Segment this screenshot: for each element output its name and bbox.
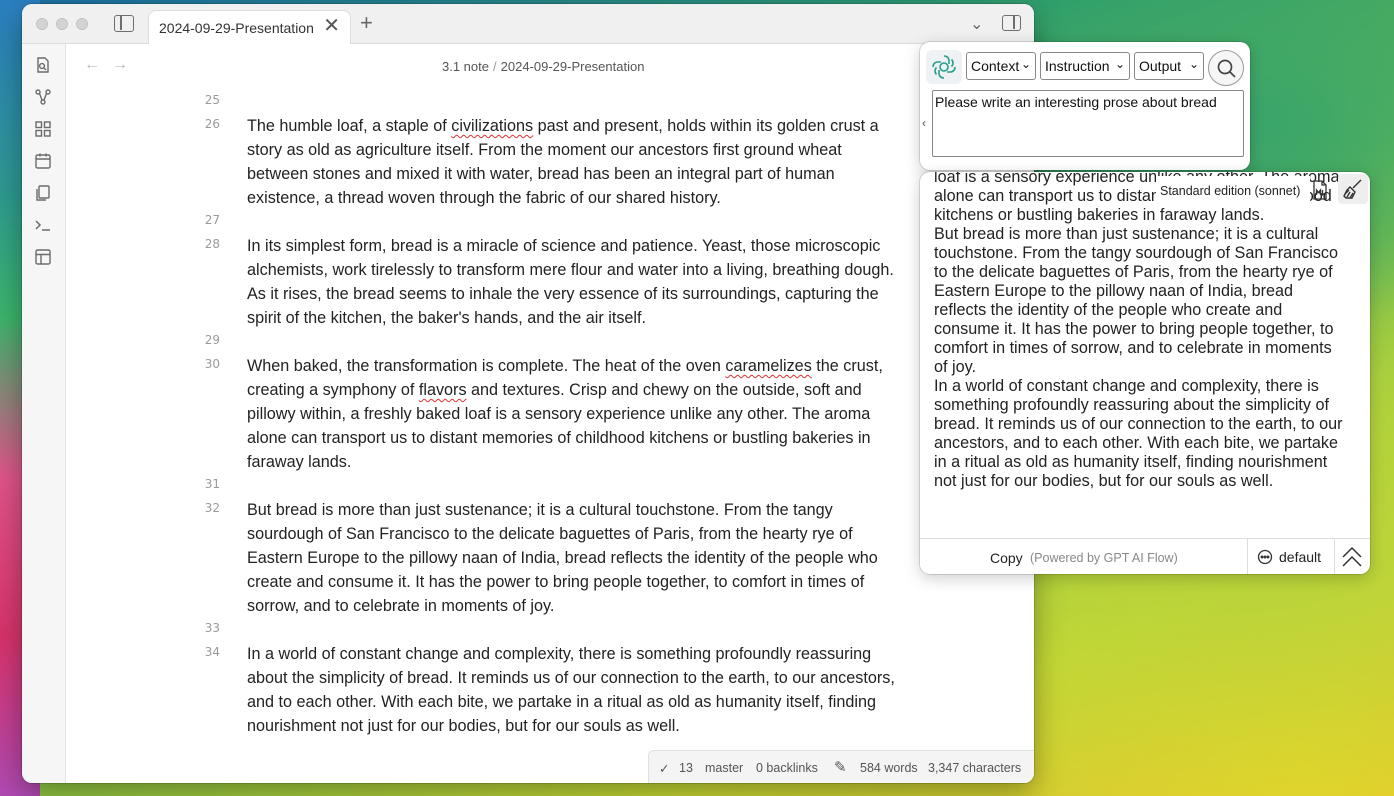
paragraph[interactable]: In a world of constant change and comple…	[247, 642, 897, 738]
git-branch[interactable]: master	[705, 761, 743, 775]
gpt-ai-flow-input-panel: Context ⌄ Instruction ⌄ Output ⌄ ‹ Pleas…	[920, 42, 1250, 170]
canvas-icon[interactable]	[34, 120, 52, 138]
line-number: 26	[204, 117, 220, 131]
zoom-window-button[interactable]	[76, 18, 88, 30]
navigate-back-icon[interactable]: ←	[84, 56, 100, 74]
tab-close-icon[interactable]: ✕	[323, 16, 340, 36]
line-number: 30	[204, 357, 220, 371]
status-bar: ✓ 13 master 0 backlinks ✎ 584 words 3,34…	[648, 750, 1034, 783]
output-dropdown-label: Output	[1139, 58, 1182, 74]
markdown-file-icon[interactable]	[1312, 180, 1328, 200]
new-tab-icon[interactable]: +	[360, 10, 373, 36]
chevron-down-icon: ⌄	[1188, 57, 1199, 71]
paragraph[interactable]: In its simplest form, bread is a miracle…	[247, 234, 897, 330]
search-icon	[1217, 59, 1236, 78]
prompt-input[interactable]: Please write an interesting prose about …	[932, 90, 1244, 157]
tab-list-chevron-icon[interactable]: ⌄	[970, 14, 983, 34]
chevron-down-icon: ⌄	[1020, 57, 1031, 71]
instruction-dropdown-label: Instruction	[1045, 58, 1110, 74]
chevron-double-up-icon[interactable]	[1340, 545, 1364, 569]
obsidian-window: 2024-09-29-Presentation ✕ + ⌄ ← → 3.1 no…	[22, 4, 1034, 783]
navigate-forward-icon[interactable]: →	[112, 56, 128, 74]
tab-2024-09-29-presentation[interactable]: 2024-09-29-Presentation ✕	[148, 10, 351, 44]
breadcrumb-separator: /	[493, 59, 497, 74]
character-count: 3,347 characters	[928, 761, 1022, 775]
close-window-button[interactable]	[36, 18, 48, 30]
gpt-ai-flow-output-panel: loaf is a sensory experience unlike any …	[920, 172, 1370, 574]
output-footer: Copy (Powered by GPT AI Flow) default	[920, 538, 1370, 574]
right-sidebar-toggle-icon[interactable]	[1002, 15, 1021, 31]
edit-mode-icon[interactable]: ✎	[834, 758, 847, 776]
clear-output-button[interactable]	[1338, 174, 1368, 204]
model-badge[interactable]: Standard edition (sonnet)	[1156, 176, 1310, 204]
divider	[1247, 539, 1248, 574]
layout-icon[interactable]	[34, 248, 52, 266]
paragraph[interactable]: The humble loaf, a staple of civilizatio…	[247, 114, 897, 210]
context-dropdown[interactable]: Context ⌄	[966, 52, 1036, 80]
run-search-button[interactable]	[1208, 50, 1244, 86]
breadcrumb-file[interactable]: 2024-09-29-Presentation	[501, 59, 645, 74]
broom-icon	[1343, 179, 1362, 199]
chat-bubble-icon[interactable]	[1257, 549, 1273, 565]
openai-logo-icon[interactable]	[926, 50, 962, 84]
daily-note-calendar-icon[interactable]	[34, 152, 52, 170]
line-number: 33	[204, 621, 220, 635]
left-ribbon	[22, 44, 66, 783]
ai-output-text[interactable]: loaf is a sensory experience unlike any …	[934, 172, 1344, 491]
output-paragraph: In a world of constant change and comple…	[934, 377, 1343, 490]
graph-view-icon[interactable]	[34, 88, 52, 106]
line-number: 28	[204, 237, 220, 251]
templates-icon[interactable]	[34, 184, 52, 202]
note-view: ← → 3.1 note/2024-09-29-Presentation 25 …	[66, 44, 1034, 783]
breadcrumb: 3.1 note / 2024-09-29-Presentation	[442, 59, 644, 74]
collapse-panel-icon[interactable]: ‹	[922, 116, 926, 130]
divider	[1334, 539, 1335, 574]
copy-button[interactable]: Copy	[990, 550, 1023, 566]
context-dropdown-label: Context	[971, 58, 1020, 74]
output-dropdown[interactable]: Output ⌄	[1134, 52, 1204, 80]
backlinks-count[interactable]: 0 backlinks	[756, 761, 818, 775]
line-number: 34	[204, 645, 220, 659]
sync-status-icon[interactable]: ✓	[659, 761, 669, 776]
title-bar: 2024-09-29-Presentation ✕ + ⌄	[22, 4, 1034, 44]
instruction-dropdown[interactable]: Instruction ⌄	[1040, 52, 1130, 80]
line-number: 29	[204, 333, 220, 347]
line-number: 31	[204, 477, 220, 491]
line-number: 25	[204, 93, 220, 107]
line-number: 27	[204, 213, 220, 227]
sync-count[interactable]: 13	[679, 761, 693, 775]
chevron-down-icon: ⌄	[1114, 57, 1125, 71]
minimize-window-button[interactable]	[56, 18, 68, 30]
paragraph[interactable]: But bread is more than just sustenance; …	[247, 498, 897, 618]
powered-by-label: (Powered by GPT AI Flow)	[1030, 551, 1178, 565]
paragraph[interactable]: When baked, the transformation is comple…	[247, 354, 897, 474]
command-palette-icon[interactable]	[34, 216, 52, 234]
open-quick-switcher-icon[interactable]	[34, 56, 52, 74]
mode-selector[interactable]: default	[1279, 549, 1321, 565]
tab-title: 2024-09-29-Presentation	[159, 20, 314, 36]
breadcrumb-folder[interactable]: 3.1 note	[442, 59, 489, 74]
line-number: 32	[204, 501, 220, 515]
word-count: 584 words	[860, 761, 918, 775]
output-paragraph: But bread is more than just sustenance; …	[934, 225, 1339, 376]
left-sidebar-toggle-icon[interactable]	[114, 15, 134, 32]
